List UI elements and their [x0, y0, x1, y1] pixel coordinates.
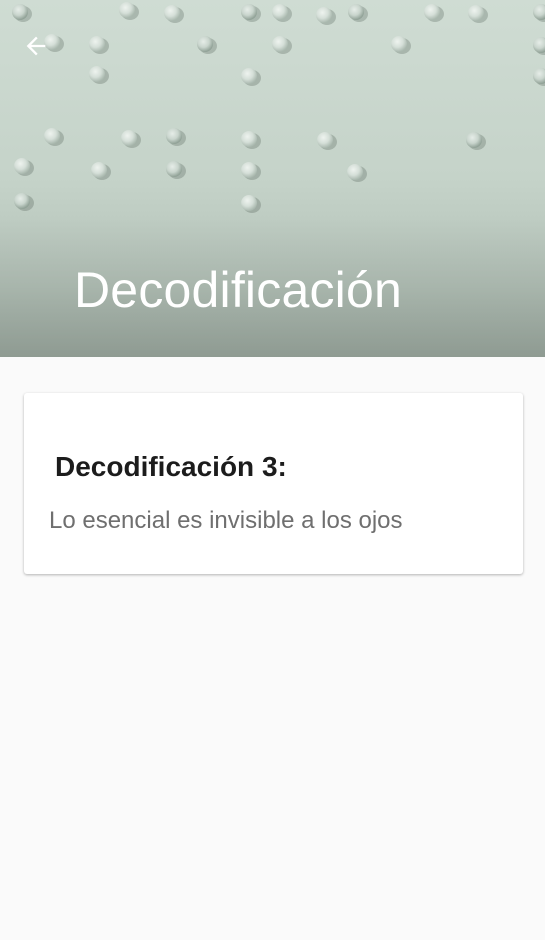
- braille-dot: [197, 36, 213, 52]
- braille-dot: [241, 68, 257, 84]
- braille-dot: [317, 132, 333, 148]
- braille-dot: [466, 132, 482, 148]
- braille-dot: [533, 4, 545, 20]
- decoding-card[interactable]: Decodificación 3: Lo esencial es invisib…: [24, 393, 523, 574]
- braille-dot: [272, 4, 288, 20]
- braille-dot: [164, 5, 180, 21]
- braille-dot: [468, 5, 484, 21]
- braille-dot: [241, 4, 257, 20]
- back-button[interactable]: [14, 24, 58, 68]
- braille-dot: [89, 66, 105, 82]
- braille-dot: [12, 4, 28, 20]
- braille-dot: [391, 36, 407, 52]
- header-hero: Decodificación: [0, 0, 545, 357]
- braille-dot: [121, 130, 137, 146]
- braille-dot: [316, 7, 332, 23]
- card-title: Decodificación 3:: [55, 451, 287, 482]
- braille-dot: [44, 128, 60, 144]
- braille-dot: [89, 36, 105, 52]
- card-body-text: Lo esencial es invisible a los ojos: [49, 507, 403, 534]
- braille-dot: [91, 162, 107, 178]
- braille-dot: [119, 2, 135, 18]
- braille-dot: [14, 158, 30, 174]
- braille-dot: [348, 4, 364, 20]
- braille-dot: [424, 4, 440, 20]
- braille-dot: [347, 164, 363, 180]
- braille-dot: [241, 162, 257, 178]
- braille-dot: [166, 128, 182, 144]
- braille-dot: [272, 36, 288, 52]
- braille-dot: [533, 37, 545, 53]
- braille-dot: [241, 131, 257, 147]
- braille-dot: [241, 195, 257, 211]
- page-title: Decodificación: [74, 262, 402, 318]
- braille-dot: [166, 161, 182, 177]
- braille-dot: [14, 193, 30, 209]
- arrow-back-icon: [26, 36, 46, 56]
- braille-dot: [533, 68, 545, 84]
